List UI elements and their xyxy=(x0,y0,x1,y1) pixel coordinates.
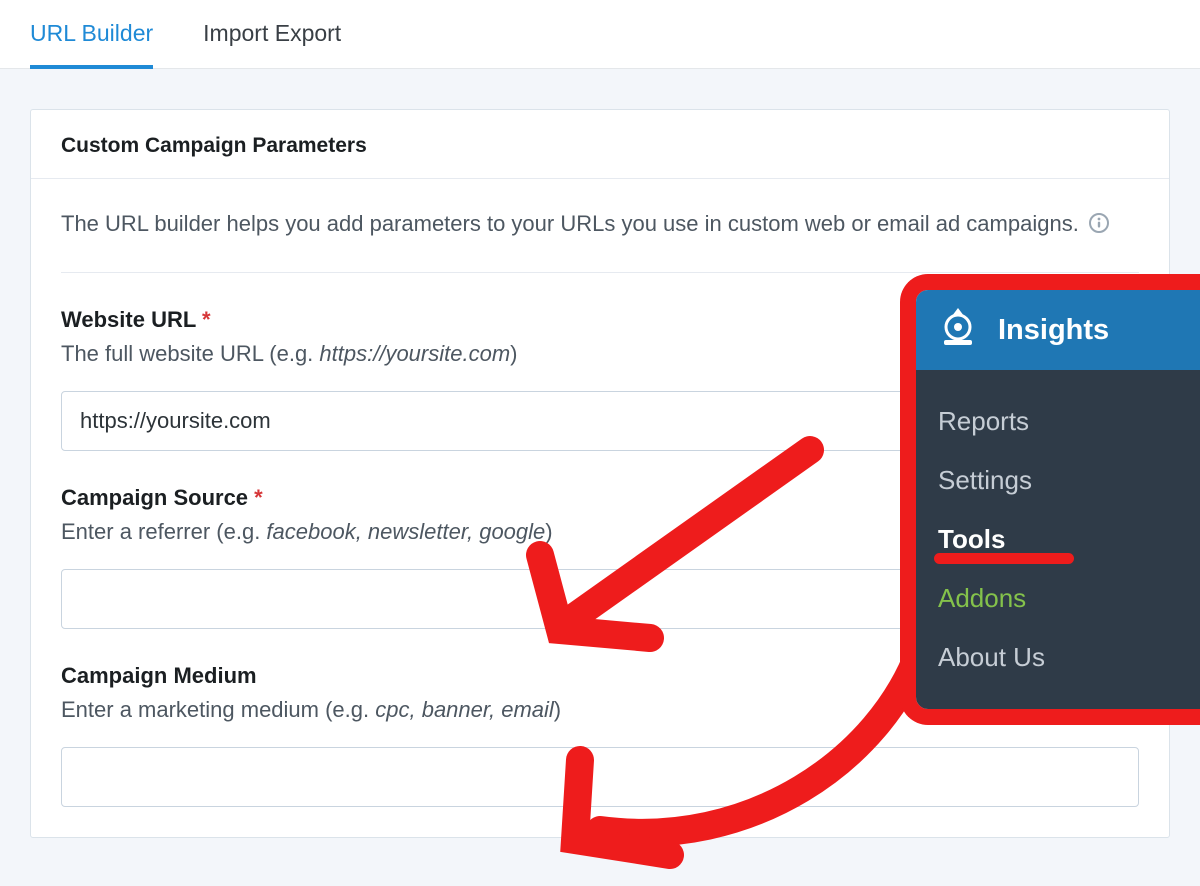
label-text: Website URL xyxy=(61,307,196,332)
card-title: Custom Campaign Parameters xyxy=(31,110,1169,179)
panel-title: Insights xyxy=(998,314,1109,347)
menu-item-tools-label: Tools xyxy=(938,524,1005,554)
required-star: * xyxy=(254,485,263,510)
intro-text-span: The URL builder helps you add parameters… xyxy=(61,211,1079,236)
annotation-underline xyxy=(934,553,1074,564)
tab-bar: URL Builder Import Export xyxy=(0,0,1200,69)
menu-item-tools[interactable]: Tools xyxy=(916,510,1200,569)
hint-em: facebook, newsletter, google xyxy=(266,519,545,544)
panel-header: Insights xyxy=(916,290,1200,370)
hint-pre: The full website URL (e.g. xyxy=(61,341,319,366)
hint-post: ) xyxy=(545,519,552,544)
menu-item-reports[interactable]: Reports xyxy=(916,392,1200,451)
insights-logo-icon xyxy=(936,304,980,356)
hint-post: ) xyxy=(510,341,517,366)
label-text: Campaign Source xyxy=(61,485,248,510)
intro-text: The URL builder helps you add parameters… xyxy=(61,207,1139,273)
hint-em: cpc, banner, email xyxy=(375,697,554,722)
menu-item-settings[interactable]: Settings xyxy=(916,451,1200,510)
menu-item-about[interactable]: About Us xyxy=(916,628,1200,687)
label-text: Campaign Medium xyxy=(61,663,257,688)
tab-url-builder[interactable]: URL Builder xyxy=(30,12,153,69)
hint-em: https://yoursite.com xyxy=(319,341,510,366)
required-star: * xyxy=(202,307,211,332)
input-campaign-medium[interactable] xyxy=(61,747,1139,807)
info-icon[interactable] xyxy=(1089,209,1109,242)
menu-item-addons[interactable]: Addons xyxy=(916,569,1200,628)
tab-import-export[interactable]: Import Export xyxy=(203,12,341,68)
panel-menu: Reports Settings Tools Addons About Us xyxy=(916,370,1200,709)
hint-pre: Enter a marketing medium (e.g. xyxy=(61,697,375,722)
overlay-insights-panel: Insights Reports Settings Tools Addons A… xyxy=(900,274,1200,725)
hint-pre: Enter a referrer (e.g. xyxy=(61,519,266,544)
hint-post: ) xyxy=(554,697,561,722)
